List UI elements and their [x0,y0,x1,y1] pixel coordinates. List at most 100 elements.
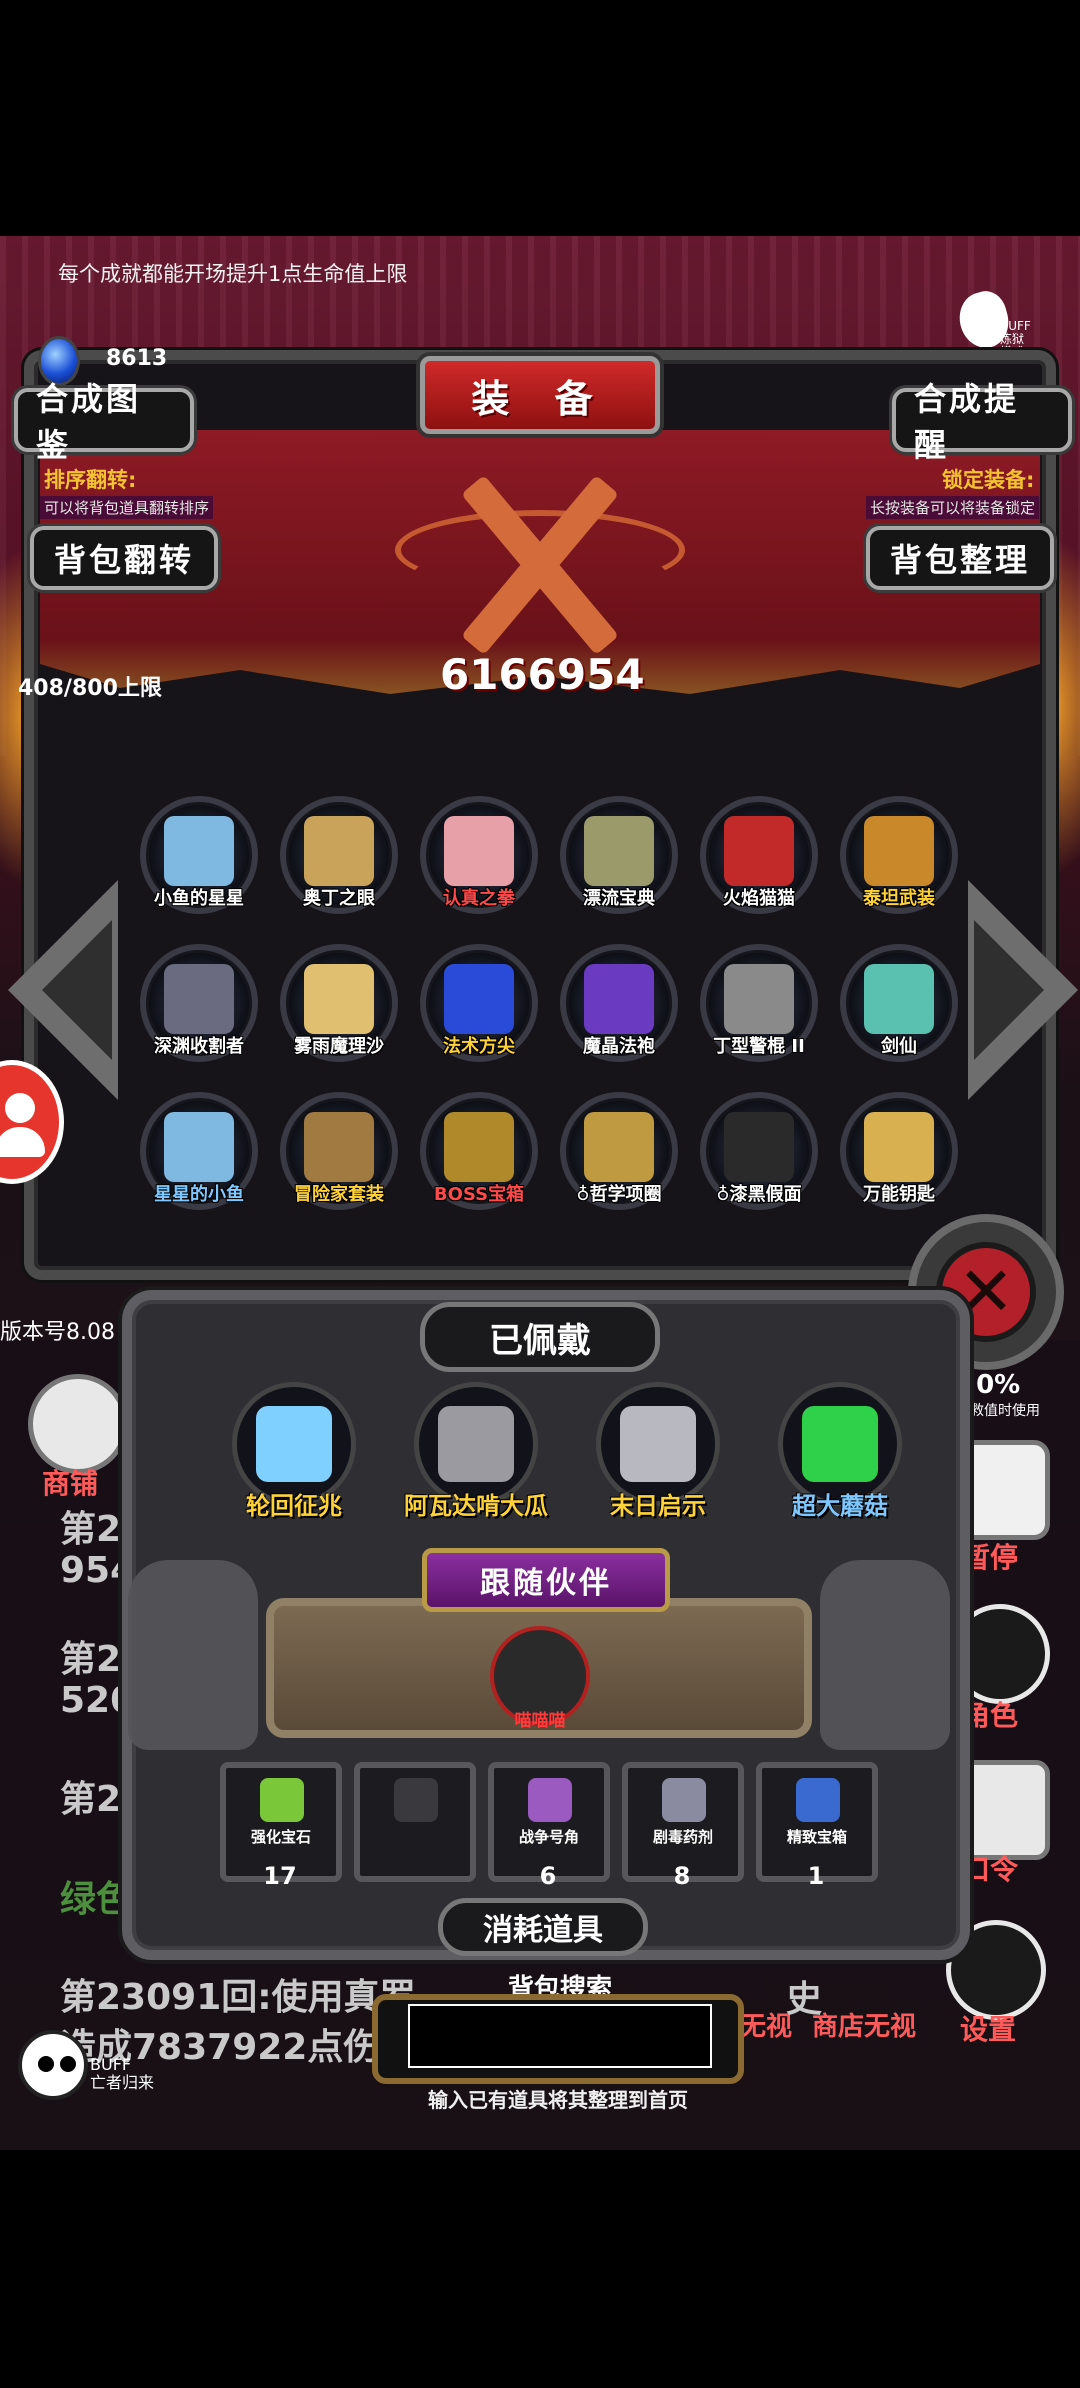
explorer-icon [304,1112,374,1182]
consumable-name: 精致宝箱 [786,1828,847,1846]
log-tail: 商店无视 [812,2012,917,2042]
cat-girl-icon [724,816,794,886]
inventory-item[interactable]: ♁漆黑假面 [688,1088,818,1218]
search-input[interactable] [408,2004,712,2068]
shop-icon[interactable] [28,1374,128,1474]
item-name: ♁哲学项圈 [576,1184,662,1205]
consumable-name: 战争号角 [518,1828,579,1846]
star-fish-wand-icon [164,1112,234,1182]
sword-master-icon [864,964,934,1034]
equipped-item[interactable]: 超大蘑菇 [770,1382,910,1532]
log-tail: 无视 [740,2012,793,2042]
equipment-title: 装 备 [420,356,660,434]
inventory-item[interactable]: 剑仙 [828,940,958,1070]
inventory-item[interactable]: 万能钥匙 [828,1088,958,1218]
inventory-item[interactable]: 火焰猫猫 [688,792,818,922]
dark-staff-icon [438,1406,514,1482]
inventory-item[interactable]: 深渊收割者 [128,940,258,1070]
equipped-item[interactable]: 末日启示 [588,1382,728,1532]
inventory-item[interactable]: 认真之拳 [408,792,538,922]
equipped-item-name: 轮回征兆 [246,1492,342,1520]
log-line: 第2 [60,1509,122,1550]
green-gem-icon [260,1778,304,1822]
inventory-item[interactable]: 法术方尖 [408,940,538,1070]
consumable-slot[interactable] [354,1762,476,1882]
item-name: 深渊收割者 [154,1036,244,1057]
chest-icon [444,1112,514,1182]
synthesis-book-button[interactable]: 合成图鉴 [14,380,194,464]
obelisk-icon [444,964,514,1034]
companion-title: 跟随伙伴 [422,1548,670,1612]
code-label[interactable]: 口令 [962,1848,1018,1888]
titan-armor-icon [864,816,934,886]
consumable-count: 1 [807,1862,825,1890]
item-name: ♁漆黑假面 [716,1184,802,1205]
inventory-item[interactable]: 魔晶法袍 [548,940,678,1070]
shop-label[interactable]: 商铺 [42,1462,98,1502]
equipped-title: 已佩戴 [420,1302,660,1372]
item-name: 丁型警棍 II [713,1036,805,1057]
dragon-statue-right-icon [820,1560,950,1750]
inventory-item[interactable]: 泰坦武装 [828,792,958,922]
equipped-item[interactable]: 轮回征兆 [224,1382,364,1532]
inventory-item[interactable]: 星星的小鱼 [128,1088,258,1218]
equipped-item-name: 阿瓦达啃大瓜 [404,1492,548,1520]
companion-name: 喵喵喵 [514,1711,566,1731]
baton-icon [724,964,794,1034]
sort-flip-title: 排序翻转: [44,468,137,492]
lock-equip-title: 锁定装备: [942,468,1035,492]
consumable-count: 6 [539,1862,557,1890]
consumables-title: 消耗道具 [438,1898,648,1956]
settings-label[interactable]: 设置 [960,2008,1016,2048]
ice-staff-icon [256,1406,332,1482]
star-wand-icon [164,816,234,886]
item-name: 剑仙 [881,1036,917,1057]
inventory-item[interactable]: 小鱼的星星 [128,792,258,922]
role-label[interactable]: 角色 [962,1694,1018,1734]
consumable-name: 强化宝石 [250,1828,311,1846]
bottom-black-bar [0,2150,1080,2388]
item-name: 万能钥匙 [863,1184,935,1205]
bag-sort-button[interactable]: 背包整理 [866,526,1054,590]
item-name: 泰坦武装 [863,888,935,909]
pause-label[interactable]: 暂停 [962,1536,1018,1576]
witch-icon [304,964,374,1034]
power-score: 6166954 [440,650,645,699]
skull-logo-icon [18,2030,88,2100]
item-name: 魔晶法袍 [583,1036,655,1057]
collar-icon [584,1112,654,1182]
sort-flip-desc: 可以将背包道具翻转排序 [40,496,214,519]
synthesis-reminder-button[interactable]: 合成提醒 [892,380,1072,464]
item-name: 星星的小鱼 [154,1184,244,1205]
next-page-arrow-icon[interactable] [958,880,1078,1100]
mushroom-icon [802,1406,878,1482]
crossed-swords-emblem-icon [395,470,685,660]
buff-logo-label-top: BUFF [1000,319,1031,333]
item-name: BOSS宝箱 [433,1184,525,1205]
top-black-bar [0,0,1080,236]
equipped-item[interactable]: 阿瓦达啃大瓜 [404,1382,548,1532]
key-icon [864,1112,934,1182]
fine-chest-icon [796,1778,840,1822]
book-icon [584,816,654,886]
item-name: 雾雨魔理沙 [294,1036,384,1057]
inventory-item[interactable]: 雾雨魔理沙 [268,940,398,1070]
bag-flip-button[interactable]: 背包翻转 [30,526,218,590]
inventory-item[interactable]: 漂流宝典 [548,792,678,922]
version-label: 版本号8.08 [0,1320,115,1345]
achievement-hint: 每个成就都能开场提升1点生命值上限 [58,262,408,286]
item-name: 认真之拳 [443,888,515,909]
inventory-item[interactable]: BOSS宝箱 [408,1088,538,1218]
inventory-item[interactable]: 冒险家套装 [268,1088,398,1218]
search-hint: 输入已有道具将其整理到首页 [428,2088,688,2112]
inventory-item[interactable]: 丁型警棍 II [688,940,818,1070]
inventory-grid: 小鱼的星星 奥丁之眼 认真之拳 漂流宝典 火焰猫猫 泰坦武装深渊收割者 雾雨魔理沙 法术方尖 魔… [128,792,968,1242]
eye-staff-icon [304,816,374,886]
item-name: 奥丁之眼 [303,888,375,909]
fist-icon [444,816,514,886]
inventory-item[interactable]: 奥丁之眼 [268,792,398,922]
inventory-item[interactable]: ♁哲学项圈 [548,1088,678,1218]
dragon-statue-left-icon [128,1560,258,1750]
log-line: 第23091回:使用真罗 [60,1977,416,2018]
item-name: 冒险家套装 [294,1184,384,1205]
